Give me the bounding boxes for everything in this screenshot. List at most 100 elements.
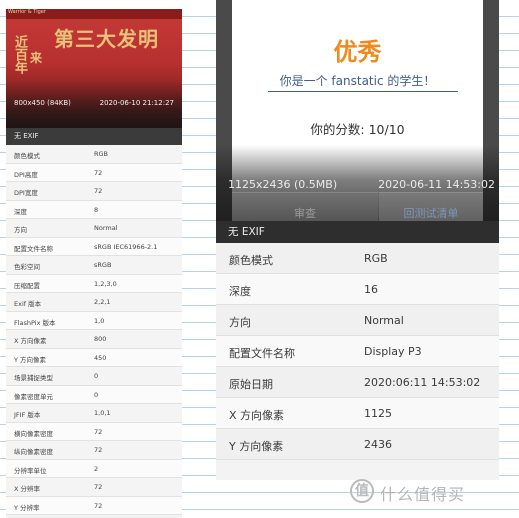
metadata-row: 原始日期 2020:06:11 14:53:02 — [216, 367, 499, 398]
metadata-value: 1125 — [364, 407, 392, 420]
metadata-key: 纵向像素密度 — [14, 448, 53, 456]
metadata-key: DPI高度 — [14, 170, 38, 179]
metadata-row: 压缩配置 1,2,3,0 — [6, 274, 182, 293]
right-image-datetime: 2020-06-11 14:53:02 — [378, 178, 495, 191]
metadata-row: 配置文件名称 sRGB IEC61966-2.1 — [6, 237, 182, 256]
metadata-key: 配置文件名称 — [14, 244, 53, 253]
photo-banner-text: Warrior & Tiger — [8, 9, 46, 15]
metadata-value: 2436 — [364, 438, 392, 451]
metadata-value: 8 — [94, 205, 99, 214]
metadata-row: 配置文件名称 Display P3 — [216, 336, 499, 367]
metadata-key: 方向 — [14, 226, 27, 234]
metadata-value: sRGB — [94, 261, 112, 269]
metadata-row: 分辨率单位 2 — [6, 459, 182, 478]
score-text: 你的分数: 10/10 — [310, 122, 405, 137]
right-image-info-panel: 优秀 你是一个 fanstatic 的学生！ 你的分数: 10/10 审查 回测… — [216, 0, 499, 480]
metadata-key: 场景捕捉类型 — [14, 374, 53, 382]
metadata-row: DPI宽度 72 — [6, 182, 182, 201]
metadata-key: Y 方向像素 — [229, 440, 284, 453]
metadata-row: X 方向像素 1125 — [216, 398, 499, 429]
metadata-value: 800 — [94, 335, 107, 343]
metadata-value: 72 — [94, 168, 103, 177]
metadata-row: JFIF 版本 1,0,1 — [6, 404, 182, 423]
photo-side-text: 近百年 — [12, 35, 27, 74]
metadata-value: Normal — [364, 314, 404, 327]
metadata-value: Display P3 — [364, 345, 422, 358]
metadata-key: X 方向像素 — [229, 409, 285, 422]
metadata-key: 深度 — [14, 207, 27, 216]
metadata-key: 配置文件名称 — [229, 347, 295, 360]
metadata-value: 1,0,1 — [94, 409, 111, 417]
metadata-row: 深度 16 — [216, 274, 499, 305]
left-photo-thumbnail[interactable]: Warrior & Tiger 第三大发明 近百年 来 800x450 (84K… — [6, 9, 182, 128]
right-photo-thumbnail[interactable]: 优秀 你是一个 fanstatic 的学生！ 你的分数: 10/10 审查 回测… — [216, 0, 499, 232]
metadata-value: Normal — [94, 224, 118, 232]
metadata-row: DPI高度 72 — [6, 163, 182, 182]
watermark-text: 什么值得买 — [380, 485, 466, 504]
metadata-key: 色彩空间 — [14, 263, 40, 271]
metadata-row: 色彩空间 sRGB — [6, 256, 182, 275]
left-image-dimensions: 800x450 (84KB) — [14, 99, 71, 107]
metadata-row: X 方向像素 800 — [6, 330, 182, 349]
metadata-key: Y 分辨率 — [14, 503, 40, 512]
smzdm-logo-icon: 值 — [350, 479, 374, 503]
subtitle-underline — [268, 91, 458, 92]
photo-headline-text: 第三大发明 — [54, 27, 159, 51]
metadata-value: 2,2,1 — [94, 298, 111, 306]
metadata-value: 72 — [94, 427, 103, 436]
metadata-row: 深度 8 — [6, 200, 182, 219]
metadata-value: sRGB IEC61966-2.1 — [94, 242, 158, 251]
metadata-key: X 分辨率 — [14, 485, 41, 493]
metadata-value: RGB — [94, 150, 109, 158]
metadata-row: Exif 版本 2,2,1 — [6, 293, 182, 312]
right-no-exif-label: 无 EXIF — [216, 221, 499, 243]
left-no-exif-label: 无 EXIF — [6, 128, 182, 145]
metadata-key: 深度 — [229, 285, 251, 298]
photo-side-text-2: 来 — [30, 51, 43, 65]
metadata-row: Y 分辨率 72 — [6, 496, 182, 515]
metadata-row: 颜色模式 RGB — [6, 145, 182, 164]
metadata-key: FlashPix 版本 — [14, 318, 56, 327]
metadata-row: 方向 Normal — [6, 219, 182, 238]
metadata-row: FlashPix 版本 1,0 — [6, 311, 182, 330]
left-image-datetime: 2020-06-10 21:12:27 — [99, 99, 174, 107]
metadata-key: 颜色模式 — [229, 254, 273, 267]
metadata-key: JFIF 版本 — [14, 411, 41, 419]
metadata-key: DPI宽度 — [14, 189, 38, 197]
metadata-key: 像素密度单元 — [14, 392, 53, 401]
metadata-key: 压缩配置 — [14, 281, 40, 290]
metadata-key: 原始日期 — [229, 378, 273, 391]
metadata-row: 方向 Normal — [216, 305, 499, 336]
metadata-row: 场景捕捉类型 0 — [6, 367, 182, 386]
metadata-key: 颜色模式 — [14, 152, 40, 160]
metadata-row: 像素密度单元 0 — [6, 385, 182, 404]
metadata-value: 72 — [94, 187, 103, 195]
metadata-value: 1,0 — [94, 316, 105, 325]
metadata-value: 0 — [94, 390, 99, 399]
metadata-row: Y 方向像素 450 — [6, 348, 182, 367]
metadata-row: 颜色模式 RGB — [216, 243, 499, 274]
watermark: 值 什么值得买 — [350, 477, 510, 507]
metadata-value: 72 — [94, 483, 103, 491]
metadata-value: 0 — [94, 372, 99, 380]
metadata-row: X 分辨率 72 — [6, 478, 182, 497]
metadata-key: 分辨率单位 — [14, 466, 47, 475]
left-image-info-panel: Warrior & Tiger 第三大发明 近百年 来 800x450 (84K… — [6, 9, 182, 518]
metadata-value: 2020:06:11 14:53:02 — [364, 376, 481, 389]
metadata-value: 2 — [94, 464, 99, 473]
metadata-key: Exif 版本 — [14, 300, 42, 308]
metadata-value: 16 — [364, 283, 378, 296]
right-image-dimensions: 1125x2436 (0.5MB) — [228, 178, 338, 191]
result-title: 优秀 — [333, 38, 382, 66]
review-button-label: 审查 — [294, 207, 316, 220]
left-metadata-table: 颜色模式 RGB DPI高度 72 DPI宽度 72 深度 8 方向 Normal 配置文件名称 sR… — [6, 145, 182, 515]
metadata-key: X 方向像素 — [14, 337, 47, 345]
metadata-value: 72 — [94, 501, 103, 510]
metadata-value: 450 — [94, 353, 107, 362]
right-metadata-table: 颜色模式 RGB 深度 16 方向 Normal 配置文件名称 Display P3 原始日期 2… — [216, 243, 499, 460]
retest-list-button-label: 回测试清单 — [403, 207, 459, 220]
metadata-value: RGB — [364, 252, 388, 265]
metadata-key: 横向像素密度 — [14, 429, 53, 438]
metadata-value: 1,2,3,0 — [94, 279, 117, 288]
metadata-key: 方向 — [229, 316, 251, 329]
